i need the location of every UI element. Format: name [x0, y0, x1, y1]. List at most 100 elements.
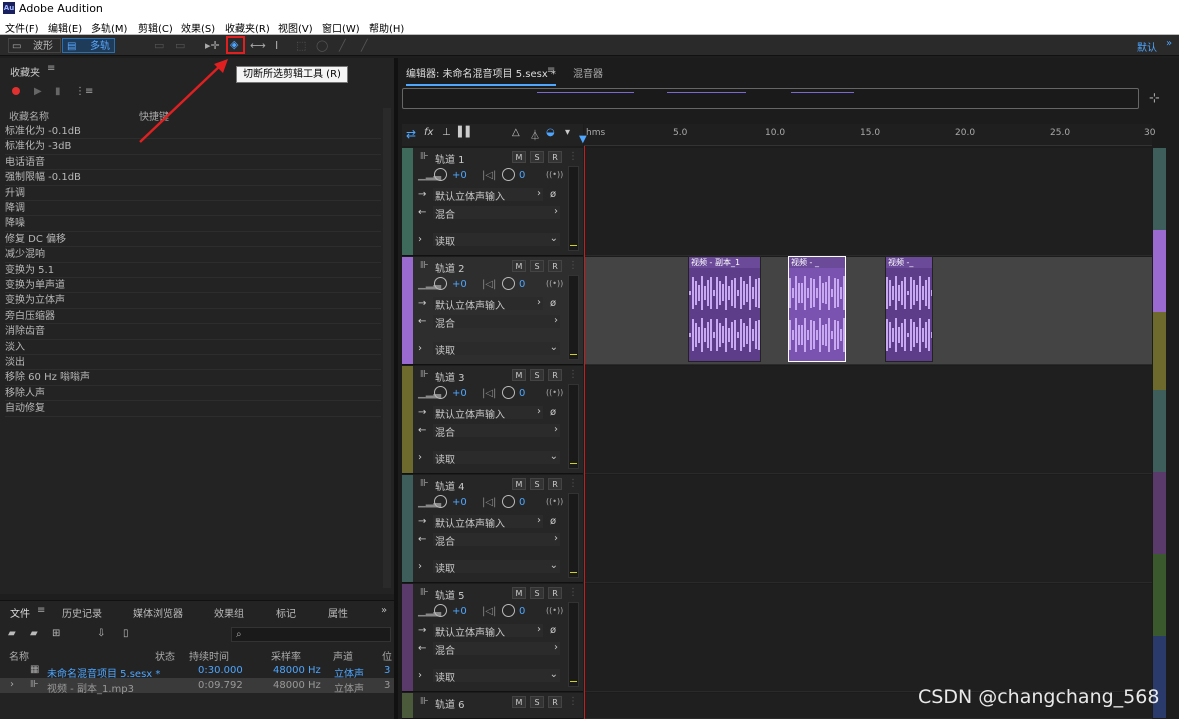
favorite-item[interactable]: 降噪: [5, 216, 381, 232]
tab-history[interactable]: 历史记录: [62, 605, 102, 620]
output-select[interactable]: 混合 ›: [433, 533, 560, 548]
input-select[interactable]: 默认立体声输入 ›: [433, 297, 543, 312]
expand-track-icon[interactable]: ›: [418, 670, 422, 681]
time-selection-icon[interactable]: I: [275, 39, 278, 53]
playhead-handle-icon[interactable]: ▼: [579, 134, 587, 145]
expand-track-icon[interactable]: ›: [418, 452, 422, 463]
solo-button[interactable]: S: [530, 478, 544, 490]
output-select[interactable]: 混合 ›: [433, 424, 560, 439]
input-select[interactable]: 默认立体声输入 ›: [433, 624, 543, 639]
time-ruler[interactable]: hms 5.0 10.0 15.0 20.0 25.0 30: [584, 124, 1155, 146]
workspace-more-icon[interactable]: »: [1166, 38, 1172, 49]
insert-icon[interactable]: ⇩: [97, 628, 105, 639]
col-duration[interactable]: 持续时间: [189, 648, 229, 663]
waveform-view-button[interactable]: ▭ 波形: [8, 38, 61, 53]
favorite-item[interactable]: 升调: [5, 186, 381, 201]
input-select[interactable]: 默认立体声输入 ›: [433, 188, 543, 203]
healing-icon[interactable]: ╱: [361, 39, 368, 53]
tab-editor[interactable]: 编辑器: 未命名混音项目 5.sesx *: [406, 65, 556, 86]
phase-invert-icon[interactable]: ø: [550, 407, 556, 418]
track-header[interactable]: ⊪ 轨道 2 M S R ⋮ ▁▂▃ +0 |◁| 0 ((•)) → 默认立体声输入 › ø ← 混合 › › 读取…: [402, 257, 583, 365]
razor-tool-button[interactable]: ◈: [226, 36, 245, 54]
favorite-item[interactable]: 降调: [5, 201, 381, 217]
mute-button[interactable]: M: [512, 369, 526, 381]
record-arm-button[interactable]: R: [548, 696, 562, 708]
favorite-item[interactable]: 修复 DC 偏移: [5, 232, 381, 248]
track-more-icon[interactable]: ⋮: [568, 260, 578, 271]
file-row-mp3[interactable]: › ⊪ 视频 - 副本_1.mp3 0:09.792 48000 Hz 立体声 …: [0, 678, 394, 695]
mute-button[interactable]: M: [512, 696, 526, 708]
favorite-item[interactable]: 变换为立体声: [5, 293, 381, 309]
multitrack-view-button[interactable]: ▤ 多轨: [62, 38, 115, 53]
play-icon[interactable]: ▶: [34, 86, 42, 97]
record-arm-button[interactable]: R: [548, 369, 562, 381]
solo-button[interactable]: S: [530, 260, 544, 272]
favorite-item[interactable]: 自动修复: [5, 401, 381, 417]
favorite-item[interactable]: 强制限幅 -0.1dB: [5, 170, 381, 186]
stereo-icon[interactable]: ((•)): [546, 497, 563, 506]
volume-knob[interactable]: [434, 386, 447, 399]
overview-zoom-bar[interactable]: [402, 88, 1139, 109]
menu-favorites[interactable]: 收藏夹(R): [225, 20, 270, 35]
audio-clip[interactable]: 视频 - 副本_1: [688, 256, 761, 362]
more-tabs-icon[interactable]: »: [381, 605, 387, 616]
audio-clip[interactable]: 视频 -_: [885, 256, 933, 362]
headphones-icon[interactable]: ◒: [546, 127, 555, 138]
automation-mode-select[interactable]: 读取 ⌄: [433, 342, 560, 357]
phase-invert-icon[interactable]: ø: [550, 625, 556, 636]
input-select[interactable]: 默认立体声输入 ›: [433, 515, 543, 530]
track-more-icon[interactable]: ⋮: [568, 369, 578, 380]
sends-icon[interactable]: ⊥: [442, 127, 451, 138]
track-name[interactable]: 轨道 1: [435, 151, 465, 166]
tab-files[interactable]: 文件: [10, 605, 30, 620]
pan-knob[interactable]: [502, 604, 515, 617]
mute-button[interactable]: M: [512, 478, 526, 490]
pan-knob[interactable]: [502, 386, 515, 399]
menu-edit[interactable]: 编辑(E): [48, 20, 82, 35]
automation-mode-select[interactable]: 读取 ⌄: [433, 560, 560, 575]
track-lane[interactable]: [584, 257, 1152, 365]
col-name[interactable]: 名称: [9, 648, 29, 663]
menu-clip[interactable]: 剪辑(C): [138, 20, 173, 35]
volume-value[interactable]: +0: [452, 388, 467, 399]
audio-clip[interactable]: 视频 - _: [788, 256, 846, 362]
list-settings-icon[interactable]: ⋮≡: [75, 86, 93, 97]
volume-knob[interactable]: [434, 277, 447, 290]
col-channels[interactable]: 声道: [333, 648, 353, 663]
open-folder-icon[interactable]: ▰: [8, 628, 16, 639]
col-favorite-name[interactable]: 收藏名称: [9, 108, 49, 123]
solo-button[interactable]: S: [530, 369, 544, 381]
tab-mixer[interactable]: 混音器: [573, 65, 603, 80]
eq-icon[interactable]: ▌▌: [458, 127, 473, 138]
files-search-input[interactable]: ⌕: [231, 627, 391, 642]
track-lane[interactable]: [584, 475, 1152, 583]
col-bits[interactable]: 位: [382, 648, 392, 663]
track-name[interactable]: 轨道 3: [435, 369, 465, 384]
playhead[interactable]: [584, 146, 585, 719]
phase-invert-icon[interactable]: ø: [550, 189, 556, 200]
tab-effects-group[interactable]: 效果组: [214, 605, 244, 620]
pan-value[interactable]: 0: [519, 497, 525, 508]
volume-value[interactable]: +0: [452, 606, 467, 617]
pan-value[interactable]: 0: [519, 170, 525, 181]
volume-value[interactable]: +0: [452, 170, 467, 181]
volume-value[interactable]: +0: [452, 279, 467, 290]
menu-window[interactable]: 窗口(W): [322, 20, 360, 35]
pan-knob[interactable]: [502, 495, 515, 508]
favorite-item[interactable]: 淡入: [5, 340, 381, 355]
metronome-icon[interactable]: △: [512, 127, 520, 138]
pan-value[interactable]: 0: [519, 388, 525, 399]
record-arm-button[interactable]: R: [548, 260, 562, 272]
track-header[interactable]: ⊪ 轨道 4 M S R ⋮ ▁▂▃ +0 |◁| 0 ((•)) → 默认立体声输入 › ø ← 混合 › › 读取…: [402, 475, 583, 583]
trash-icon[interactable]: ▯: [123, 628, 129, 639]
col-samplerate[interactable]: 采样率: [271, 648, 301, 663]
expand-track-icon[interactable]: ›: [418, 561, 422, 572]
slip-tool-icon[interactable]: ⟷: [250, 39, 266, 53]
record-icon[interactable]: [12, 87, 20, 95]
output-select[interactable]: 混合 ›: [433, 642, 560, 657]
favorites-scrollbar[interactable]: [383, 108, 391, 588]
track-lane[interactable]: [584, 584, 1152, 692]
output-select[interactable]: 混合 ›: [433, 206, 560, 221]
sync-icon[interactable]: ⇄: [406, 127, 416, 141]
favorite-item[interactable]: 减少混响: [5, 247, 381, 263]
